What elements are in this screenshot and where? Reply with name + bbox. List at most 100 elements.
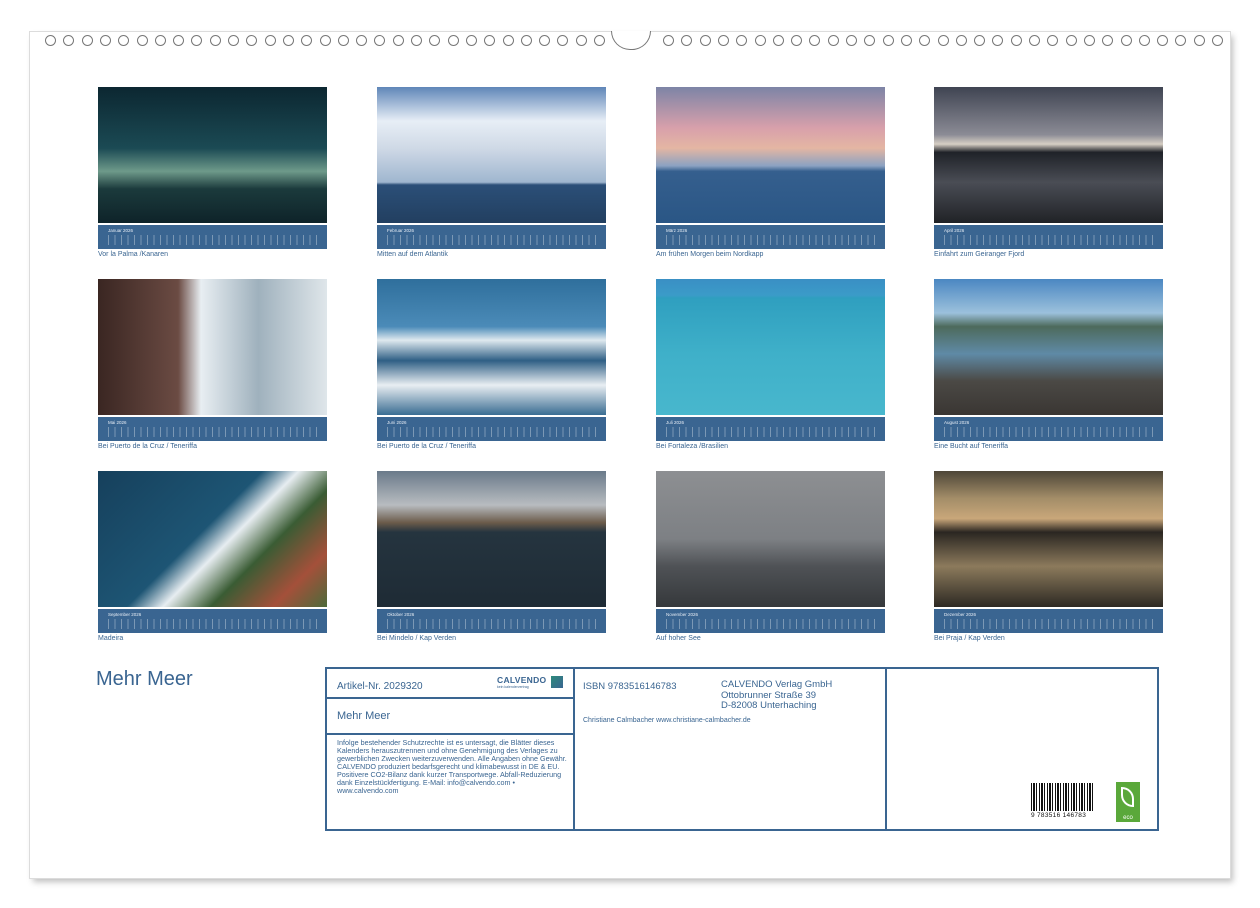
- binding-ring-icon: [718, 35, 729, 46]
- month-photo: [377, 279, 606, 415]
- binding-ring-icon: [576, 35, 587, 46]
- legal-text: Infolge bestehender Schutzrechte ist es …: [337, 739, 569, 795]
- month-card: Juni 2026 Bei Puerto de la Cruz / Tenerif…: [377, 279, 606, 450]
- photo-caption: Bei Puerto de la Cruz / Teneriffa: [377, 443, 606, 450]
- info-column-left: Artikel-Nr. 2029320 CALVENDO kein kalend…: [327, 669, 575, 829]
- binding-ring-icon: [338, 35, 349, 46]
- binding-ring-icon: [1011, 35, 1022, 46]
- day-grid: [387, 235, 600, 245]
- binding-ring-icon: [1066, 35, 1077, 46]
- month-name: September 2026: [108, 612, 141, 617]
- binding-ring-icon: [1212, 35, 1223, 46]
- binding-ring-icon: [228, 35, 239, 46]
- month-photo: [934, 279, 1163, 415]
- barcode-bars: [1031, 783, 1095, 811]
- binding-ring-icon: [773, 35, 784, 46]
- info-column-middle: ISBN 9783516146783 CALVENDO Verlag GmbH …: [575, 669, 887, 829]
- month-name: Oktober 2026: [387, 612, 414, 617]
- calendar-strip: April 2026: [934, 225, 1163, 249]
- day-grid: [666, 427, 879, 437]
- month-photo: [377, 87, 606, 223]
- article-number: Artikel-Nr. 2029320: [337, 681, 423, 692]
- title-row: Mehr Meer: [327, 699, 573, 735]
- binding-ring-icon: [173, 35, 184, 46]
- barcode: 9 783516 146783: [1031, 783, 1097, 819]
- binding-ring-icon: [1175, 35, 1186, 46]
- logo-mark-icon: [551, 676, 563, 688]
- month-photo: [656, 279, 885, 415]
- day-grid: [944, 427, 1157, 437]
- photo-caption: Mitten auf dem Atlantik: [377, 251, 606, 258]
- month-name: Februar 2026: [387, 228, 414, 233]
- calvendo-logo: CALVENDO kein kalendervertrag: [497, 675, 563, 691]
- binding-ring-icon: [557, 35, 568, 46]
- binding-ring-icon: [974, 35, 985, 46]
- binding-ring-icon: [681, 35, 692, 46]
- binding-ring-icon: [393, 35, 404, 46]
- binding-ring-icon: [736, 35, 747, 46]
- calendar-title: Mehr Meer: [96, 668, 193, 691]
- calendar-strip: Juli 2026: [656, 417, 885, 441]
- binding-ring-icon: [755, 35, 766, 46]
- month-name: März 2026: [666, 228, 687, 233]
- barcode-number: 9 783516 146783: [1031, 812, 1097, 819]
- binding-ring-icon: [63, 35, 74, 46]
- photo-caption: Vor la Palma /Kanaren: [98, 251, 327, 258]
- day-grid: [944, 235, 1157, 245]
- binding-ring-icon: [1121, 35, 1132, 46]
- eco-badge-icon: eco: [1116, 782, 1140, 822]
- month-card: November 2026Auf hoher See: [656, 471, 885, 642]
- month-card: Januar 2026 Vor la Palma /Kanaren: [98, 87, 327, 258]
- photo-caption: Bei Praja / Kap Verden: [934, 635, 1163, 642]
- photo-caption: Einfahrt zum Geiranger Fjord: [934, 251, 1163, 258]
- binding-ring-icon: [919, 35, 930, 46]
- binding-ring-icon: [210, 35, 221, 46]
- binding-ring-icon: [883, 35, 894, 46]
- binding-ring-icon: [503, 35, 514, 46]
- binding-ring-icon: [118, 35, 129, 46]
- binding-ring-icon: [137, 35, 148, 46]
- binding-ring-icon: [429, 35, 440, 46]
- photo-caption: Madeira: [98, 635, 327, 642]
- month-card: März 2026Am frühen Morgen beim Nordkapp: [656, 87, 885, 258]
- binding-ring-icon: [155, 35, 166, 46]
- binding-ring-icon: [828, 35, 839, 46]
- binding-ring-icon: [283, 35, 294, 46]
- binding-ring-icon: [265, 35, 276, 46]
- month-name: Dezember 2026: [944, 612, 976, 617]
- binding-ring-icon: [956, 35, 967, 46]
- leaf-icon: [1121, 787, 1134, 807]
- month-photo: [98, 471, 327, 607]
- month-name: Juni 2026: [387, 420, 407, 425]
- binding-ring-icon: [938, 35, 949, 46]
- publisher-address: CALVENDO Verlag GmbH Ottobrunner Straße …: [721, 680, 832, 712]
- month-card: Oktober 2026 Bei Mindelo / Kap Verden: [377, 471, 606, 642]
- calendar-strip: September 2026: [98, 609, 327, 633]
- month-card: August 2026Eine Bucht auf Teneriffa: [934, 279, 1163, 450]
- binding-ring-icon: [1047, 35, 1058, 46]
- calendar-strip: März 2026: [656, 225, 885, 249]
- photo-caption: Bei Mindelo / Kap Verden: [377, 635, 606, 642]
- month-name: November 2026: [666, 612, 698, 617]
- day-grid: [387, 427, 600, 437]
- day-grid: [387, 619, 600, 629]
- binding-ring-icon: [466, 35, 477, 46]
- binding-ring-icon: [700, 35, 711, 46]
- photo-caption: Bei Puerto de la Cruz / Teneriffa: [98, 443, 327, 450]
- month-photo: [377, 471, 606, 607]
- author-credit: Christiane Calmbacher www.christiane-cal…: [583, 717, 751, 724]
- calendar-strip: August 2026: [934, 417, 1163, 441]
- day-grid: [108, 619, 321, 629]
- calendar-strip: Oktober 2026: [377, 609, 606, 633]
- calendar-strip: Januar 2026: [98, 225, 327, 249]
- day-grid: [666, 235, 879, 245]
- binding-ring-icon: [301, 35, 312, 46]
- binding-ring-icon: [1084, 35, 1095, 46]
- month-photo: [98, 87, 327, 223]
- binding-ring-icon: [448, 35, 459, 46]
- binding-ring-icon: [864, 35, 875, 46]
- article-row: Artikel-Nr. 2029320 CALVENDO kein kalend…: [327, 669, 573, 699]
- binding-ring-icon: [539, 35, 550, 46]
- binding-ring-icon: [191, 35, 202, 46]
- month-card: Mai 2026Bei Puerto de la Cruz / Teneriff…: [98, 279, 327, 450]
